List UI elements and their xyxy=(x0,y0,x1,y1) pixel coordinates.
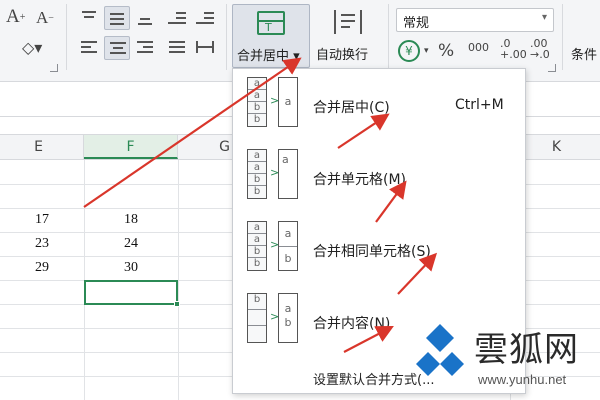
yunhu-logo-icon xyxy=(416,324,464,376)
wrap-text-button[interactable]: 自动换行 xyxy=(314,4,384,68)
number-format-value: 常规 xyxy=(403,16,430,31)
align-left-button[interactable] xyxy=(76,36,102,60)
menu-item-label: 合并居中(C) xyxy=(313,100,390,116)
divider xyxy=(388,4,389,70)
cell-f2[interactable]: 24 xyxy=(84,236,178,252)
chevron-down-icon[interactable]: ▾ xyxy=(424,46,429,57)
justify-button[interactable] xyxy=(164,36,190,60)
cell-e3[interactable]: 29 xyxy=(0,260,84,276)
increase-indent-button[interactable] xyxy=(192,6,218,30)
distributed-align-button[interactable] xyxy=(192,36,218,60)
fill-handle[interactable] xyxy=(174,301,180,307)
chevron-down-icon: ▾ xyxy=(541,12,547,23)
merge-center-label: 合并居中 ▾ xyxy=(237,49,300,64)
menu-item-label: 合并内容(N) xyxy=(313,316,391,332)
wrap-text-icon xyxy=(334,10,362,34)
percent-button[interactable]: % xyxy=(438,42,454,60)
currency-format-button[interactable]: ¥ xyxy=(398,40,420,62)
watermark-brand: 雲狐网 xyxy=(474,330,579,370)
align-middle-button[interactable] xyxy=(104,6,130,30)
wrap-text-label: 自动换行 xyxy=(316,48,369,63)
align-bottom-button[interactable] xyxy=(132,6,158,30)
menu-item-merge-same-cells[interactable]: a a b b > a b 合并相同单元格(S) xyxy=(233,213,525,285)
increase-decimal-button[interactable]: .0 +.00 xyxy=(500,38,527,60)
align-top-button[interactable] xyxy=(76,6,102,30)
menu-item-label: 合并单元格(M) xyxy=(313,172,407,188)
menu-item-merge-cells[interactable]: a a b b > a 合并单元格(M) xyxy=(233,141,525,213)
thousands-separator-button[interactable]: 000 xyxy=(468,42,489,53)
cell-e1[interactable]: 17 xyxy=(0,212,84,228)
number-format-select[interactable]: 常规 ▾ xyxy=(396,8,554,32)
menu-item-merge-center[interactable]: a a b b > a 合并居中(C) Ctrl+M xyxy=(233,69,525,141)
divider xyxy=(562,4,563,70)
merge-cells-icon: T xyxy=(257,11,285,35)
clear-format-icon[interactable]: ◇▾ xyxy=(22,38,42,57)
align-right-button[interactable] xyxy=(132,36,158,60)
number-dialog-launcher[interactable] xyxy=(548,64,556,72)
column-header-f[interactable]: F xyxy=(84,135,178,159)
active-cell-selection[interactable] xyxy=(84,280,178,305)
column-header-e[interactable]: E xyxy=(0,135,84,159)
menu-item-shortcut: Ctrl+M xyxy=(455,97,504,113)
align-center-button[interactable] xyxy=(104,36,130,60)
decrease-decimal-button[interactable]: .00 →.0 xyxy=(530,38,550,60)
cell-e2[interactable]: 23 xyxy=(0,236,84,252)
merge-center-button[interactable]: T 合并居中 ▾ xyxy=(232,4,310,68)
cell-f3[interactable]: 30 xyxy=(84,260,178,276)
decrease-indent-button[interactable] xyxy=(164,6,190,30)
menu-item-label: 合并相同单元格(S) xyxy=(313,244,431,260)
watermark-url: www.yunhu.net xyxy=(478,372,567,387)
decrease-font-size-icon[interactable]: A − xyxy=(36,8,54,28)
font-dialog-launcher[interactable] xyxy=(50,64,58,72)
watermark: 雲狐网 www.yunhu.net xyxy=(412,318,600,400)
increase-font-size-icon[interactable]: A + xyxy=(6,6,25,28)
divider xyxy=(226,4,227,70)
divider xyxy=(66,4,67,70)
cell-f1[interactable]: 18 xyxy=(84,212,178,228)
conditional-format-label[interactable]: 条件 xyxy=(571,44,597,63)
